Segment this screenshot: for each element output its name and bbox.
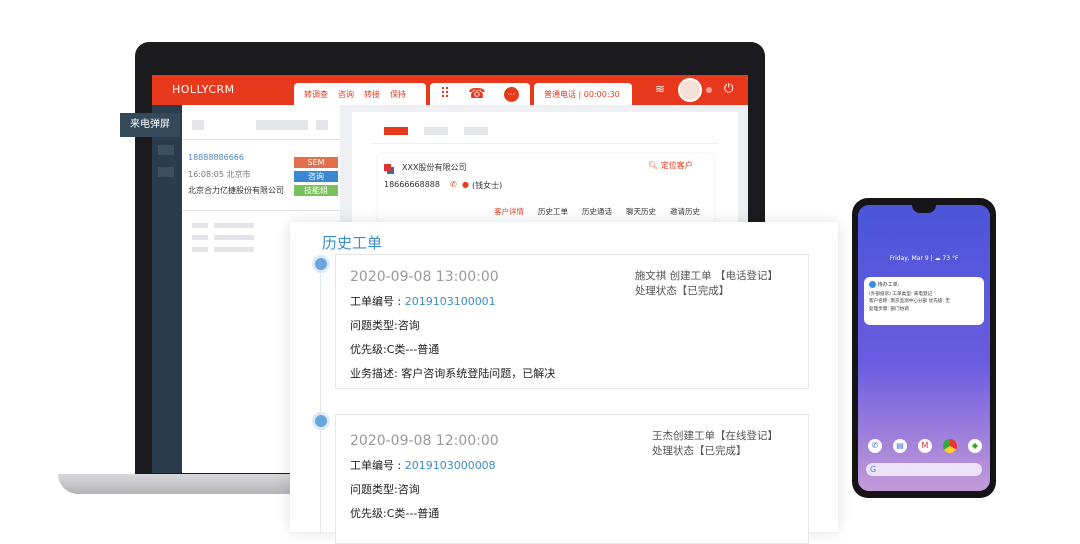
- ticket-type: 问题类型:咨询: [350, 319, 420, 332]
- search-icon: 🔍︎: [648, 161, 661, 170]
- customer-card: XXX股份有限公司 🔍︎ 定位客户 18666668888 ✆ ● (钱女士) …: [378, 154, 714, 222]
- incoming-call-popup-label[interactable]: 来电弹屏: [120, 113, 180, 137]
- ticket-id-line: 工单编号 : 2019103000008: [350, 459, 496, 472]
- wifi-icon: ≋: [655, 82, 666, 96]
- notif-line: 处理步骤: 部门协调: [869, 306, 909, 312]
- hold-button[interactable]: 保持: [390, 89, 406, 100]
- phone-icon[interactable]: ✆: [450, 180, 457, 189]
- avatar[interactable]: [678, 78, 702, 102]
- status-dot-icon: [706, 87, 712, 93]
- tab-customer-detail[interactable]: 客户详情: [494, 206, 524, 217]
- transfer-survey-button[interactable]: 转调查: [304, 89, 328, 100]
- ticket-meta: 施文祺 创建工单 【电话登记】 处理状态【已完成】: [634, 270, 778, 297]
- messages-app-icon[interactable]: ▤: [893, 439, 907, 453]
- customer-company: XXX股份有限公司: [402, 163, 467, 172]
- phone-screen: Friday, Mar 9 | ☁ 73 °F 待办工单: (外部投诉) 工单类…: [858, 205, 990, 491]
- phone-app-icon[interactable]: ✆: [868, 439, 882, 453]
- google-search-bar[interactable]: G: [866, 463, 982, 476]
- tag-sem: SEM: [294, 157, 338, 168]
- ticket-card[interactable]: 2020-09-08 13:00:00 工单编号 : 2019103100001…: [335, 254, 809, 389]
- notch: [912, 205, 936, 213]
- hangup-icon[interactable]: ☎: [468, 86, 485, 102]
- ticket-priority: 优先级:C类---普通: [350, 343, 440, 356]
- tag-skill-group: 技能组: [294, 185, 338, 196]
- ticket-meta: 王杰创建工单【在线登记】 处理状态【已完成】: [652, 430, 778, 457]
- customer-tabs: 客户详情 历史工单 历史通话 聊天历史 邀请历史: [494, 206, 700, 217]
- consult-button[interactable]: 咨询: [338, 89, 354, 100]
- ticket-type: 问题类型:咨询: [350, 483, 420, 496]
- ticket-id[interactable]: 2019103100001: [405, 295, 496, 308]
- tab-invite-history[interactable]: 邀请历史: [670, 206, 700, 217]
- chrome-app-icon[interactable]: [943, 439, 957, 453]
- contact-time: 16:08:05 北京市: [188, 170, 251, 179]
- transfer-button[interactable]: 转接: [364, 89, 380, 100]
- power-icon[interactable]: ⏻: [724, 81, 734, 96]
- call-status: 普通电话 | 00:00:30: [534, 83, 632, 105]
- dock: ✆ ▤ M ◆: [868, 439, 982, 453]
- customer-name: (钱女士): [472, 181, 503, 190]
- tab-ticket-history[interactable]: 历史工单: [538, 206, 568, 217]
- locate-customer-button[interactable]: 🔍︎ 定位客户: [648, 160, 693, 171]
- gmail-app-icon[interactable]: M: [918, 439, 932, 453]
- header-bar: HOLLYCRM 转调查 咨询 转接 保持 ⠿ ☎ ··· 普通电话 | 00:…: [152, 75, 748, 105]
- ticket-history-panel: 历史工单 2020-09-08 13:00:00 工单编号 : 20191031…: [290, 222, 838, 544]
- timeline-dot: [315, 258, 327, 270]
- ticket-card[interactable]: 2020-09-08 12:00:00 工单编号 : 2019103000008…: [335, 414, 809, 544]
- chat-icon[interactable]: ···: [503, 86, 519, 102]
- call-actions: 转调查 咨询 转接 保持: [294, 83, 426, 105]
- smartphone: Friday, Mar 9 | ☁ 73 °F 待办工单: (外部投诉) 工单类…: [852, 198, 996, 498]
- ticket-priority: 优先级:C类---普通: [350, 507, 440, 520]
- company-icon: [384, 164, 391, 171]
- contact-company: 北京合力亿捷股份有限公司: [188, 186, 284, 195]
- tag-consult: 咨询: [294, 171, 338, 182]
- contact-phone[interactable]: 18888886666: [188, 153, 244, 162]
- customer-phone: 18666668888: [384, 180, 440, 189]
- app-icon: [869, 281, 876, 288]
- notification-card[interactable]: 待办工单: (外部投诉) 工单类型: 来电登记 客户名称: 南京监测中心分部 优…: [864, 277, 984, 325]
- ticket-description: 业务描述: 客户咨询系统登陆问题，已解决: [350, 367, 556, 380]
- maps-app-icon[interactable]: ◆: [968, 439, 982, 453]
- tab-chat-history[interactable]: 聊天历史: [626, 206, 656, 217]
- chat-icon[interactable]: ●: [462, 180, 469, 189]
- tab-call-history[interactable]: 历史通话: [582, 206, 612, 217]
- sidebar: [152, 105, 182, 473]
- ticket-id[interactable]: 2019103000008: [405, 459, 496, 472]
- notif-title: 待办工单:: [877, 282, 900, 288]
- notif-line: 客户名称: 南京监测中心分部 优先级: 无: [869, 299, 950, 304]
- timeline-line: [320, 264, 321, 534]
- app-logo: HOLLYCRM: [172, 83, 235, 96]
- call-tools: ⠿ ☎ ···: [430, 83, 530, 105]
- history-title: 历史工单: [322, 234, 383, 252]
- dialpad-icon[interactable]: ⠿: [440, 86, 450, 102]
- date-weather: Friday, Mar 9 | ☁ 73 °F: [889, 255, 959, 262]
- tab-active[interactable]: [384, 127, 408, 135]
- notif-line: (外部投诉) 工单类型: 来电登记: [869, 291, 933, 297]
- timeline-dot: [315, 415, 327, 427]
